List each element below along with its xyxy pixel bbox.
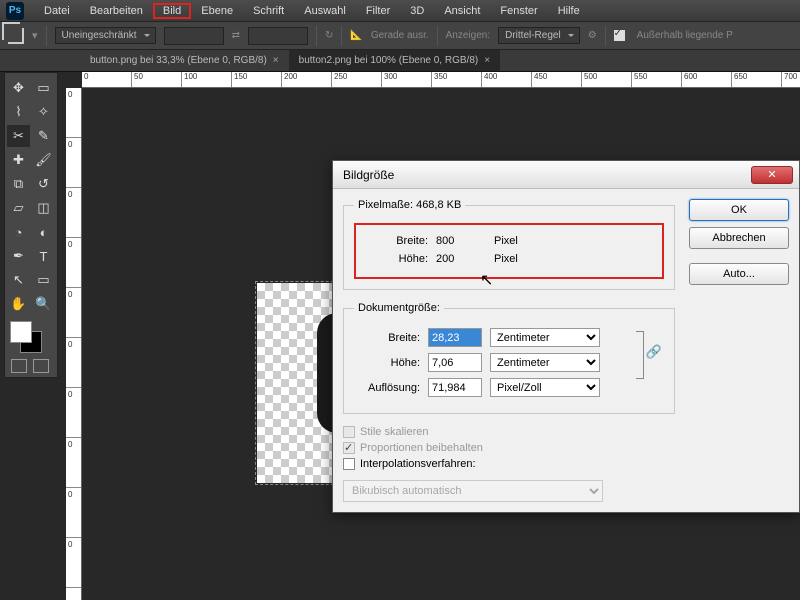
doc-width-input[interactable] [428, 328, 482, 347]
crop-tool-icon [8, 28, 24, 44]
pixel-width-unit: Pixel [494, 235, 564, 247]
doc-width-unit[interactable]: Zentimeter [490, 328, 600, 347]
close-icon[interactable]: × [273, 55, 279, 66]
options-bar: ▾ Uneingeschränkt ⇄ ↻ 📐 Gerade ausr. Anz… [0, 22, 800, 50]
blur-tool[interactable]: ◔ [7, 221, 30, 243]
toolbox: ✥▭ ⌇✧ ✂✎ ✚🖌 ⧉↺ ▱◫ ◔◐ ✒T ↖▭ ✋🔍 [4, 72, 58, 378]
doc-height-unit[interactable]: Zentimeter [490, 353, 600, 372]
cancel-button[interactable]: Abbrechen [689, 227, 789, 249]
image-size-dialog: Bildgröße ✕ Pixelmaße: 468,8 KB Breite: … [332, 160, 800, 513]
pixel-dimensions-legend: Pixelmaße: 468,8 KB [354, 199, 465, 211]
resolution-input[interactable] [428, 378, 482, 397]
gear-icon[interactable]: ⚙ [588, 30, 597, 41]
zoom-tool[interactable]: 🔍 [32, 293, 55, 315]
dialog-title: Bildgröße [343, 168, 394, 182]
pen-tool[interactable]: ✒ [7, 245, 30, 267]
link-bracket [636, 331, 644, 379]
crop-outside-label: Außerhalb liegende P [637, 30, 733, 41]
aspect-ratio-dropdown[interactable]: Uneingeschränkt [55, 27, 156, 44]
crop-outside-checkbox[interactable] [614, 30, 625, 41]
swap-icon[interactable]: ⇄ [232, 30, 240, 41]
lasso-tool[interactable]: ⌇ [7, 101, 30, 123]
link-icon[interactable]: 🔗 [644, 344, 664, 360]
straighten-label[interactable]: Gerade ausr. [371, 30, 429, 41]
close-button[interactable]: ✕ [751, 166, 793, 184]
menu-ebene[interactable]: Ebene [191, 3, 243, 19]
overlay-dropdown[interactable]: Drittel-Regel [498, 27, 580, 44]
resample-label: Interpolationsverfahren: [360, 458, 476, 470]
document-size-group: Dokumentgröße: Breite: Zentimeter Höhe: … [343, 302, 675, 414]
resample-checkbox[interactable] [343, 458, 355, 470]
width-input[interactable] [164, 27, 224, 45]
menu-ansicht[interactable]: Ansicht [434, 3, 490, 19]
pixel-dimensions-group: Pixelmaße: 468,8 KB Breite: 800 Pixel Hö… [343, 199, 675, 290]
doc-height-label: Höhe: [354, 357, 420, 369]
document-tabs: button.png bei 33,3% (Ebene 0, RGB/8) × … [0, 50, 800, 72]
doc-width-label: Breite: [354, 332, 420, 344]
screenmode-icon[interactable] [33, 359, 49, 373]
foreground-color[interactable] [10, 321, 32, 343]
pixel-height-value: 200 [436, 253, 486, 265]
constrain-label: Proportionen beibehalten [360, 442, 483, 454]
dodge-tool[interactable]: ◐ [32, 221, 55, 243]
shape-tool[interactable]: ▭ [32, 269, 55, 291]
menu-auswahl[interactable]: Auswahl [294, 3, 356, 19]
menu-hilfe[interactable]: Hilfe [548, 3, 590, 19]
gradient-tool[interactable]: ◫ [32, 197, 55, 219]
scale-styles-checkbox [343, 426, 355, 438]
show-label: Anzeigen: [446, 30, 490, 41]
heal-tool[interactable]: ✚ [7, 149, 30, 171]
menu-bild[interactable]: Bild [153, 3, 191, 19]
crop-tool[interactable]: ✂ [7, 125, 30, 147]
close-icon[interactable]: × [484, 55, 490, 66]
pixel-height-unit: Pixel [494, 253, 564, 265]
menu-bar: Ps Datei Bearbeiten Bild Ebene Schrift A… [0, 0, 800, 22]
menu-datei[interactable]: Datei [34, 3, 80, 19]
constrain-checkbox [343, 442, 355, 454]
tab-label: button.png bei 33,3% (Ebene 0, RGB/8) [90, 55, 267, 66]
menu-fenster[interactable]: Fenster [490, 3, 547, 19]
ruler-vertical: 0000000000 [66, 88, 82, 600]
highlight-box: Breite: 800 Pixel Höhe: 200 Pixel [354, 223, 664, 279]
quickmask-icon[interactable] [11, 359, 27, 373]
type-tool[interactable]: T [32, 245, 55, 267]
history-brush-tool[interactable]: ↺ [32, 173, 55, 195]
resolution-unit[interactable]: Pixel/Zoll [490, 378, 600, 397]
ruler-horizontal: 0501001502002503003504004505005506006507… [82, 72, 800, 88]
rotate-icon[interactable]: ↻ [325, 30, 333, 41]
doc-tab-button2[interactable]: button2.png bei 100% (Ebene 0, RGB/8) × [289, 50, 500, 71]
doc-tab-button[interactable]: button.png bei 33,3% (Ebene 0, RGB/8) × [80, 50, 289, 71]
width-label: Breite: [362, 235, 428, 247]
height-input[interactable] [248, 27, 308, 45]
eraser-tool[interactable]: ▱ [7, 197, 30, 219]
height-label: Höhe: [362, 253, 428, 265]
move-tool[interactable]: ✥ [7, 77, 30, 99]
resample-method-dropdown: Bikubisch automatisch [343, 480, 603, 502]
menu-filter[interactable]: Filter [356, 3, 400, 19]
scale-styles-label: Stile skalieren [360, 426, 428, 438]
pixel-width-value: 800 [436, 235, 486, 247]
tab-label: button2.png bei 100% (Ebene 0, RGB/8) [299, 55, 479, 66]
document-size-legend: Dokumentgröße: [354, 302, 444, 314]
app-logo: Ps [6, 2, 24, 20]
auto-button[interactable]: Auto... [689, 263, 789, 285]
dialog-titlebar[interactable]: Bildgröße ✕ [333, 161, 799, 189]
eyedropper-tool[interactable]: ✎ [32, 125, 55, 147]
menu-3d[interactable]: 3D [400, 3, 434, 19]
wand-tool[interactable]: ✧ [32, 101, 55, 123]
menu-bearbeiten[interactable]: Bearbeiten [80, 3, 153, 19]
color-swatches[interactable] [10, 321, 42, 353]
ok-button[interactable]: OK [689, 199, 789, 221]
stamp-tool[interactable]: ⧉ [7, 173, 30, 195]
brush-tool[interactable]: 🖌 [32, 149, 55, 171]
path-tool[interactable]: ↖ [7, 269, 30, 291]
hand-tool[interactable]: ✋ [7, 293, 30, 315]
menu-schrift[interactable]: Schrift [243, 3, 294, 19]
resolution-label: Auflösung: [354, 382, 420, 394]
straighten-icon[interactable]: 📐 [350, 30, 362, 41]
marquee-tool[interactable]: ▭ [32, 77, 55, 99]
doc-height-input[interactable] [428, 353, 482, 372]
